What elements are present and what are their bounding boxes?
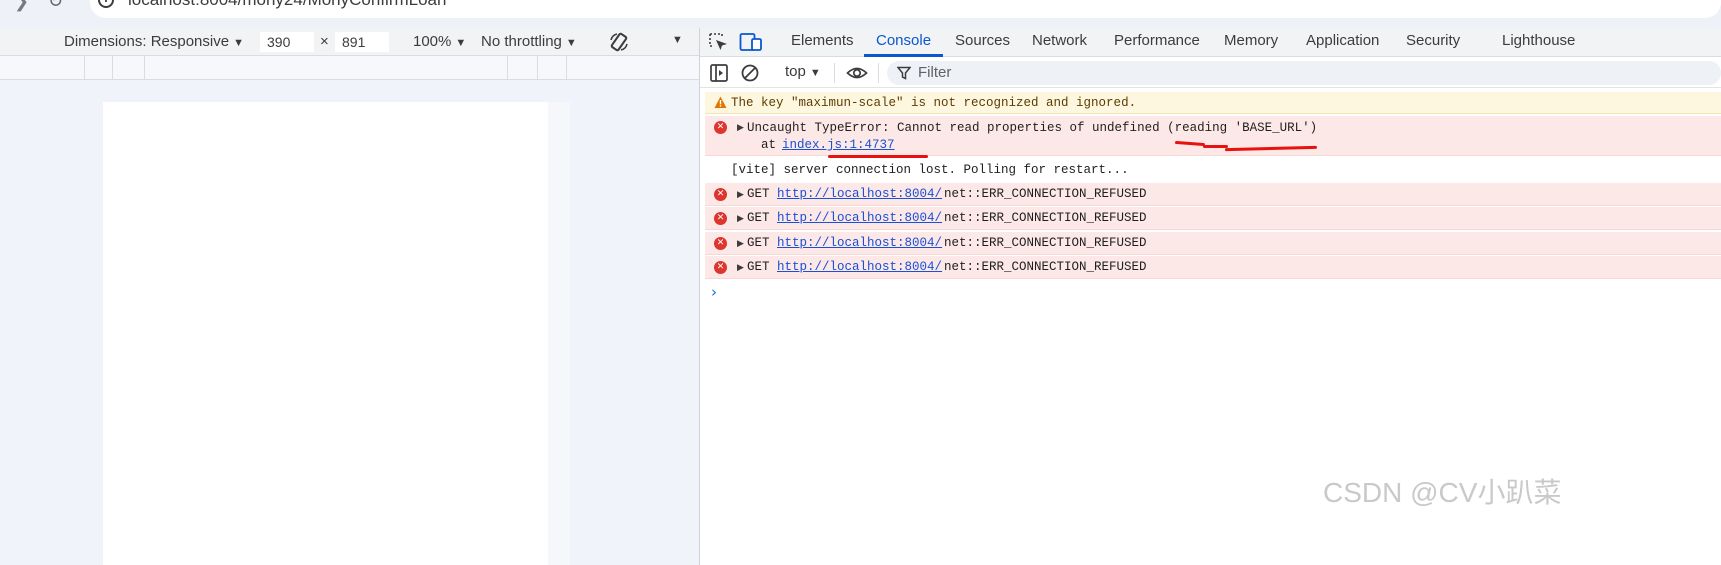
context-select[interactable]: top ▼ (785, 63, 821, 80)
tab-performance[interactable]: Performance (1114, 32, 1200, 49)
more-options-caret-icon[interactable]: ▼ (672, 34, 683, 46)
dimensions-label: Dimensions: Responsive (64, 33, 230, 50)
request-url-link[interactable]: http://localhost:8004/ (777, 260, 942, 274)
toolbar-separator (834, 63, 835, 83)
stack-source-link[interactable]: index.js:1:4737 (782, 138, 895, 152)
error-icon: ✕ (714, 121, 727, 134)
device-toolbar: Dimensions: Responsive ▼ 390 × 891 100% ▼ … (0, 28, 700, 56)
eye-icon[interactable] (846, 64, 868, 82)
error-detail: net::ERR_CONNECTION_REFUSED (944, 260, 1147, 274)
message-text: [vite] server connection lost. Polling f… (731, 163, 1129, 177)
request-url-link[interactable]: http://localhost:8004/ (777, 236, 942, 250)
caret-down-icon: ▼ (565, 37, 577, 49)
tab-lighthouse[interactable]: Lighthouse (1502, 32, 1575, 49)
request-method: GET (747, 211, 770, 225)
caret-down-icon: ▼ (455, 37, 467, 49)
request-url-link[interactable]: http://localhost:8004/ (777, 211, 942, 225)
console-error-message[interactable]: ✕ ▶ GET http://localhost:8004/ net::ERR_… (705, 232, 1721, 255)
tab-security[interactable]: Security (1406, 32, 1460, 49)
tab-application[interactable]: Application (1306, 32, 1379, 49)
sidebar-toggle-icon[interactable] (709, 63, 729, 83)
request-url-link[interactable]: http://localhost:8004/ (777, 187, 942, 201)
error-detail: net::ERR_CONNECTION_REFUSED (944, 187, 1147, 201)
error-detail: net::ERR_CONNECTION_REFUSED (944, 236, 1147, 250)
times-symbol: × (320, 33, 329, 50)
error-icon: ✕ (714, 261, 727, 274)
filter-input[interactable] (887, 61, 1721, 85)
tab-memory[interactable]: Memory (1224, 32, 1278, 49)
reload-icon[interactable]: ↻ (48, 0, 63, 12)
tab-elements[interactable]: Elements (791, 32, 854, 49)
console-error-message[interactable]: ✕ ▶ GET http://localhost:8004/ net::ERR_… (705, 207, 1721, 230)
tab-console[interactable]: Console (876, 32, 931, 49)
active-tab-indicator (864, 54, 943, 57)
caret-down-icon: ▼ (233, 37, 244, 49)
throttling-select[interactable]: No throttling ▼ (481, 33, 577, 50)
message-text: The key "maximun-scale" is not recognize… (731, 96, 1137, 110)
rotate-icon[interactable] (608, 31, 630, 53)
device-screen[interactable] (103, 102, 548, 565)
annotation-underline (1203, 145, 1228, 148)
console-error-message[interactable]: ✕ ▶ GET http://localhost:8004/ net::ERR_… (705, 183, 1721, 206)
clear-console-icon[interactable] (740, 63, 760, 83)
address-bar: ❯ ↻ i localhost:8004/mony24/MonyConfirmL… (0, 0, 1721, 28)
error-detail: net::ERR_CONNECTION_REFUSED (944, 211, 1147, 225)
annotation-underline (828, 155, 928, 158)
expand-triangle-icon[interactable]: ▶ (737, 214, 744, 224)
expand-triangle-icon[interactable]: ▶ (737, 123, 744, 133)
forward-icon[interactable]: ❯ (14, 0, 29, 12)
device-toggle-icon[interactable] (739, 32, 763, 52)
context-label: top (785, 63, 806, 80)
console-warning-message[interactable]: The key "maximun-scale" is not recognize… (705, 92, 1721, 114)
zoom-select[interactable]: 100% ▼ (413, 33, 466, 50)
caret-down-icon: ▼ (809, 67, 821, 79)
request-method: GET (747, 260, 770, 274)
url-text[interactable]: localhost:8004/mony24/MonyConfirmLoan (128, 0, 446, 10)
error-icon: ✕ (714, 212, 727, 225)
media-query-ruler (0, 56, 700, 80)
tab-network[interactable]: Network (1032, 32, 1087, 49)
console-prompt[interactable]: › (711, 283, 717, 301)
expand-triangle-icon[interactable]: ▶ (737, 239, 744, 249)
expand-triangle-icon[interactable]: ▶ (737, 263, 744, 273)
expand-triangle-icon[interactable]: ▶ (737, 190, 744, 200)
stack-prefix: at (761, 138, 777, 152)
console-info-message[interactable]: [vite] server connection lost. Polling f… (705, 160, 1721, 182)
console-error-message[interactable]: ✕ ▶ GET http://localhost:8004/ net::ERR_… (705, 256, 1721, 279)
panel-divider[interactable] (699, 28, 700, 565)
warning-icon (714, 96, 727, 108)
throttling-label: No throttling (481, 33, 562, 50)
message-text: Uncaught TypeError: Cannot read properti… (747, 121, 1318, 135)
width-input[interactable]: 390 (260, 32, 314, 52)
dimensions-select[interactable]: Dimensions: Responsive ▼ (64, 33, 244, 50)
zoom-label: 100% (413, 33, 452, 50)
height-input[interactable]: 891 (335, 32, 389, 52)
tab-sources[interactable]: Sources (955, 32, 1010, 49)
error-icon: ✕ (714, 188, 727, 201)
error-icon: ✕ (714, 237, 727, 250)
watermark: CSDN @CV小趴菜 (1323, 477, 1562, 508)
inspect-icon[interactable] (708, 32, 730, 52)
device-resize-edge[interactable] (548, 102, 570, 565)
request-method: GET (747, 236, 770, 250)
filter-icon (897, 66, 911, 80)
filter-placeholder: Filter (918, 64, 952, 81)
toolbar-separator (878, 63, 879, 83)
console-error-message[interactable]: ✕ ▶ Uncaught TypeError: Cannot read prop… (705, 116, 1721, 156)
request-method: GET (747, 187, 770, 201)
